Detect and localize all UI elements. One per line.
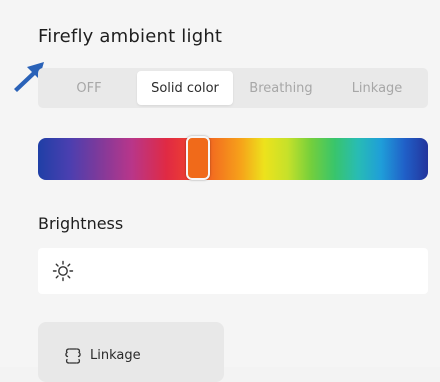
linkage-label: Linkage — [90, 348, 141, 363]
section-title: Firefly ambient light — [38, 26, 223, 47]
mode-option-solid-color[interactable]: Solid color — [137, 71, 233, 105]
brightness-label: Brightness — [38, 214, 124, 233]
mode-option-off[interactable]: OFF — [41, 71, 137, 105]
color-slider-thumb[interactable] — [186, 136, 210, 180]
mode-option-breathing[interactable]: Breathing — [233, 71, 329, 105]
sun-icon — [52, 260, 74, 282]
ambient-light-panel: Firefly ambient light OFF Solid color Br… — [0, 0, 440, 382]
light-mode-segmented-control: OFF Solid color Breathing Linkage — [38, 68, 428, 108]
linkage-icon — [65, 348, 81, 364]
mode-option-linkage[interactable]: Linkage — [329, 71, 425, 105]
linkage-button[interactable]: Linkage — [38, 322, 224, 382]
brightness-slider[interactable] — [38, 248, 428, 294]
color-spectrum-slider[interactable] — [38, 136, 428, 180]
